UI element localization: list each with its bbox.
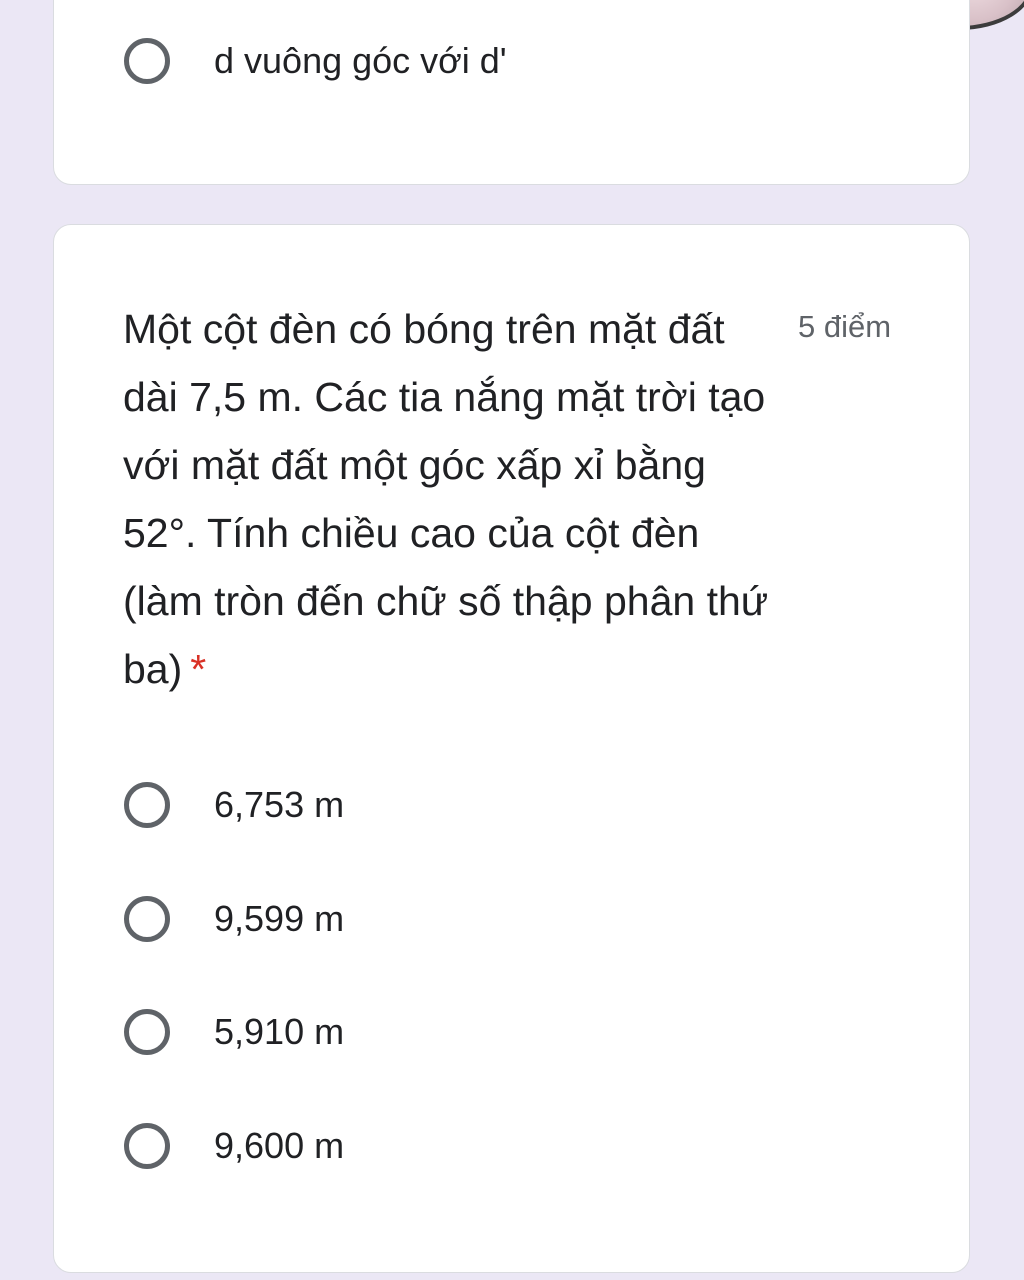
radio-unchecked-icon[interactable]: [124, 38, 170, 84]
radio-unchecked-icon[interactable]: [124, 896, 170, 942]
required-asterisk: *: [190, 646, 207, 692]
option-label: 6,753 m: [214, 784, 345, 825]
radio-unchecked-icon[interactable]: [124, 1009, 170, 1055]
option-label: d vuông góc với d': [214, 40, 507, 81]
answer-option-1[interactable]: 6,753 m: [124, 776, 344, 834]
previous-question-card: d vuông góc với d': [53, 0, 970, 185]
radio-unchecked-icon[interactable]: [124, 782, 170, 828]
option-label: 9,600 m: [214, 1125, 345, 1166]
answer-option-2[interactable]: 9,599 m: [124, 890, 344, 948]
option-label: 9,599 m: [214, 898, 345, 939]
question-card: Một cột đèn có bóng trên mặt đất dài 7,5…: [53, 224, 970, 1273]
question-text: Một cột đèn có bóng trên mặt đất dài 7,5…: [123, 306, 769, 692]
option-label: 5,910 m: [214, 1011, 345, 1052]
answer-option-4[interactable]: 9,600 m: [124, 1117, 344, 1175]
answer-option-3[interactable]: 5,910 m: [124, 1003, 344, 1061]
radio-unchecked-icon[interactable]: [124, 1123, 170, 1169]
previous-question-option[interactable]: d vuông góc với d': [124, 32, 507, 90]
question-points: 5 điểm: [798, 309, 892, 344]
question-title: Một cột đèn có bóng trên mặt đất dài 7,5…: [123, 295, 773, 703]
